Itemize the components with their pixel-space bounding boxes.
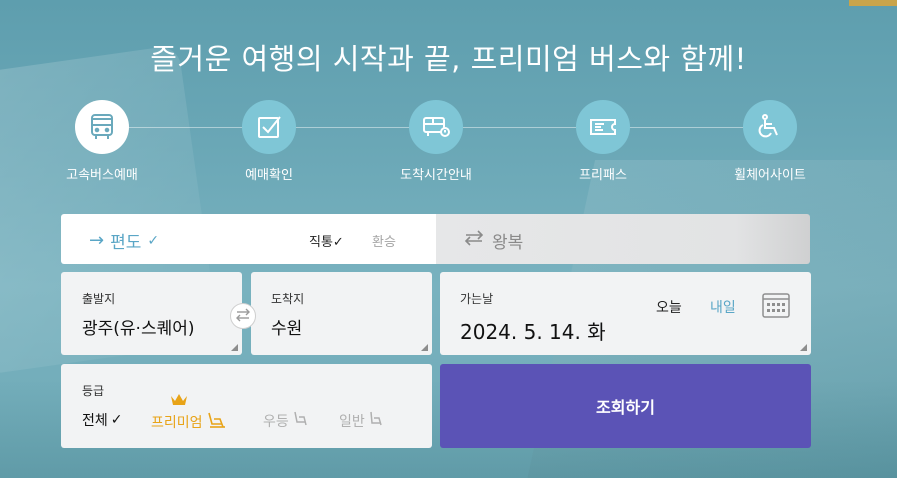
- grade-label: 등급: [82, 384, 105, 398]
- oneway-label-group: → 편도 ✓: [89, 228, 159, 253]
- menu-item-booking-check[interactable]: 예매확인: [209, 100, 329, 183]
- roundtrip-label: 왕복: [492, 233, 524, 253]
- menu-item-label: 휠체어사이트: [734, 168, 806, 183]
- check-square-icon: [242, 100, 296, 154]
- arrival-value: 수원: [271, 319, 303, 339]
- date-field[interactable]: 가는날 2024. 5. 14. 화 오늘 내일: [440, 272, 811, 355]
- menu-item-label: 고속버스예매: [66, 168, 138, 183]
- swap-icon: [235, 307, 251, 326]
- return-label-group: 왕복: [464, 228, 523, 253]
- departure-field[interactable]: 출발지 광주(유·스퀘어): [61, 272, 242, 355]
- grade-field: 등급 전체 ✓ 프리미엄 우등 일반: [61, 364, 432, 448]
- superior-seat-icon: [292, 410, 310, 432]
- trip-oneway-option[interactable]: → 편도 ✓ 직통✓ 환승: [61, 214, 436, 264]
- transfer-option[interactable]: 환승: [372, 231, 396, 250]
- date-value: 2024. 5. 14. 화: [460, 320, 606, 344]
- corner-indicator: [800, 344, 807, 351]
- superior-label: 우등: [263, 414, 289, 430]
- arrival-label: 도착지: [271, 292, 305, 306]
- swap-locations-button[interactable]: [230, 303, 256, 329]
- page-headline: 즐거운 여행의 시작과 끝, 프리미엄 버스와 함께!: [150, 42, 747, 76]
- crown-icon: [170, 392, 188, 411]
- tomorrow-button[interactable]: 내일: [710, 297, 736, 317]
- menu-item-wheelchair-site[interactable]: 휠체어사이트: [710, 100, 830, 183]
- trip-roundtrip-option[interactable]: 왕복: [436, 214, 810, 264]
- menu-item-label: 프리패스: [579, 168, 627, 183]
- standard-seat-icon: [368, 410, 386, 432]
- arrival-field[interactable]: 도착지 수원: [251, 272, 432, 355]
- menu-item-free-pass[interactable]: 프리패스: [543, 100, 663, 183]
- date-label: 가는날: [460, 292, 494, 306]
- grade-all-check-icon: ✓: [110, 412, 123, 428]
- calendar-icon[interactable]: [762, 292, 790, 322]
- grade-option-standard[interactable]: 일반: [339, 410, 386, 432]
- standard-label: 일반: [339, 414, 365, 430]
- premium-label: 프리미엄: [151, 415, 203, 431]
- corner-indicator: [231, 344, 238, 351]
- departure-value: 광주(유·스퀘어): [82, 319, 195, 339]
- menu-item-arrival-time[interactable]: 도착시간안내: [376, 100, 496, 183]
- direct-option[interactable]: 직통✓: [309, 231, 344, 250]
- arrow-right-icon: →: [89, 230, 105, 251]
- corner-tab: [849, 0, 897, 6]
- oneway-label: 편도: [110, 233, 142, 253]
- trip-type-selector: → 편도 ✓ 직통✓ 환승 왕복: [61, 214, 810, 264]
- today-button[interactable]: 오늘: [656, 297, 682, 317]
- wheelchair-icon: [743, 100, 797, 154]
- corner-indicator: [421, 344, 428, 351]
- bus-clock-icon: [409, 100, 463, 154]
- swap-arrows-icon: [464, 230, 484, 251]
- direct-label: 직통: [309, 235, 333, 250]
- grade-option-all[interactable]: 전체 ✓: [82, 410, 123, 430]
- grade-option-superior[interactable]: 우등: [263, 410, 310, 432]
- menu-item-label: 예매확인: [245, 168, 293, 183]
- oneway-check-icon: ✓: [147, 232, 160, 249]
- grade-option-premium[interactable]: 프리미엄: [151, 410, 228, 434]
- direct-check-icon: ✓: [332, 235, 344, 250]
- menu-item-express-booking[interactable]: 고속버스예매: [42, 100, 162, 183]
- ticket-icon: [576, 100, 630, 154]
- grade-all-label: 전체: [82, 413, 108, 429]
- bus-icon: [75, 100, 129, 154]
- departure-label: 출발지: [82, 292, 116, 306]
- menu-item-label: 도착시간안내: [400, 168, 472, 183]
- premium-seat-icon: [206, 410, 228, 434]
- main-menu: 고속버스예매 예매확인 도착시간안내 프리패스 휠체어사이트: [0, 100, 897, 190]
- search-button[interactable]: 조회하기: [440, 364, 811, 448]
